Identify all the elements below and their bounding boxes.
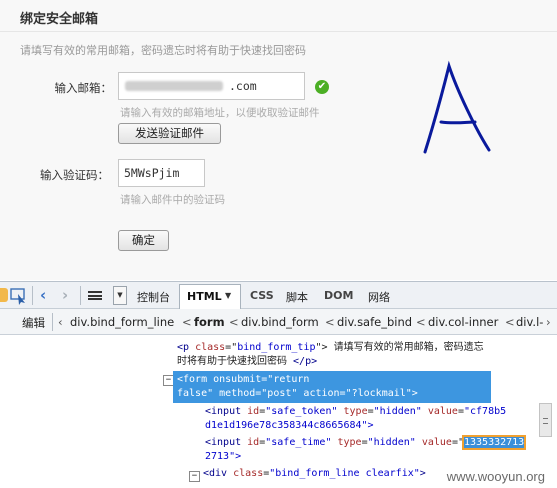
vertical-scrollbar[interactable] [539, 403, 552, 437]
handwritten-annotation: A [423, 60, 491, 154]
email-input[interactable]: .com [118, 72, 305, 100]
edit-button[interactable]: 编辑 [22, 315, 45, 331]
code-line-p[interactable]: <p class="bind_form_tip"> 请填写有效的常用邮箱，密码遗… [177, 341, 484, 355]
code-line-safe-time[interactable]: <input id="safe_time" type="hidden" valu… [205, 435, 527, 450]
inspect-icon[interactable] [10, 287, 28, 305]
breadcrumb-item-selected[interactable]: form [194, 315, 225, 329]
breadcrumb: 编辑 ‹ div.bind_form_line < form < div.bin… [0, 309, 557, 335]
send-verification-button[interactable]: 发送验证邮件 [118, 123, 221, 144]
code-label: 输入验证码： [40, 168, 109, 182]
tab-html[interactable]: HTML ▼ [179, 284, 241, 309]
forward-arrow-icon[interactable]: › [62, 286, 68, 304]
dropdown-icon[interactable]: ▼ [113, 286, 127, 305]
html-dropdown-icon: ▼ [225, 291, 232, 300]
collapse-div-icon[interactable]: − [189, 471, 200, 482]
breadcrumb-item[interactable]: div.bind_form [241, 315, 319, 329]
tab-network[interactable]: 网络 [368, 289, 390, 305]
redacted-email [125, 81, 223, 91]
tab-console[interactable]: 控制台 [137, 289, 170, 305]
devtools-toolbar: ‹ › ▼ 控制台 HTML ▼ CSS 脚本 DOM 网络 [0, 281, 557, 309]
email-hint: 请输入有效的邮箱地址，以便收取验证邮件 [120, 107, 320, 119]
code-hint: 请输入邮件中的验证码 [120, 194, 225, 206]
watermark: www.wooyun.org [446, 469, 545, 484]
tab-dom[interactable]: DOM [324, 289, 353, 302]
code-line-safe-token-cont[interactable]: d1e1d196e78c358344c8665684"> [205, 419, 374, 433]
code-line-safe-time-cont[interactable]: 2713"> [205, 450, 241, 464]
highlighted-timestamp: 1335332713 [461, 435, 527, 450]
title-divider [0, 31, 557, 32]
scrollbar-grip-icon [543, 418, 548, 424]
code-line-div[interactable]: <div class="bind_form_line clearfix"> [203, 467, 426, 481]
code-line-p-cont[interactable]: 时将有助于快速找回密码 </p> [177, 355, 317, 369]
breadcrumb-item[interactable]: div.col-inner [428, 315, 498, 329]
html-source-panel: <p class="bind_form_tip"> 请填写有效的常用邮箱，密码遗… [0, 335, 557, 488]
selected-form-node[interactable]: <form onsubmit="return false" method="po… [173, 371, 491, 403]
back-arrow-icon[interactable]: ‹ [40, 286, 46, 304]
breadcrumb-item[interactable]: div.l- [516, 315, 543, 329]
email-input-value: .com [229, 79, 257, 93]
breadcrumb-item[interactable]: div.bind_form_line [70, 315, 174, 329]
page-title: 绑定安全邮箱 [20, 12, 99, 27]
confirm-button[interactable]: 确定 [118, 230, 169, 251]
verification-code-input[interactable]: 5MWsPjim [118, 159, 205, 187]
firebug-icon[interactable] [0, 288, 8, 302]
menu-icon[interactable] [88, 291, 102, 300]
breadcrumb-scroll-left-icon[interactable]: ‹ [58, 315, 63, 329]
email-label: 输入邮箱： [54, 81, 113, 95]
breadcrumb-item[interactable]: div.safe_bind [337, 315, 412, 329]
form-description: 请填写有效的常用邮箱，密码遗忘时将有助于快速找回密码 [20, 44, 306, 57]
tab-css[interactable]: CSS [250, 289, 274, 302]
bind-email-panel: 绑定安全邮箱 请填写有效的常用邮箱，密码遗忘时将有助于快速找回密码 输入邮箱： … [0, 0, 557, 280]
breadcrumb-scroll-right-icon[interactable]: › [546, 315, 551, 329]
valid-check-icon: ✔ [315, 80, 329, 94]
code-line-safe-token[interactable]: <input id="safe_token" type="hidden" val… [205, 405, 506, 419]
tab-script[interactable]: 脚本 [286, 289, 308, 305]
